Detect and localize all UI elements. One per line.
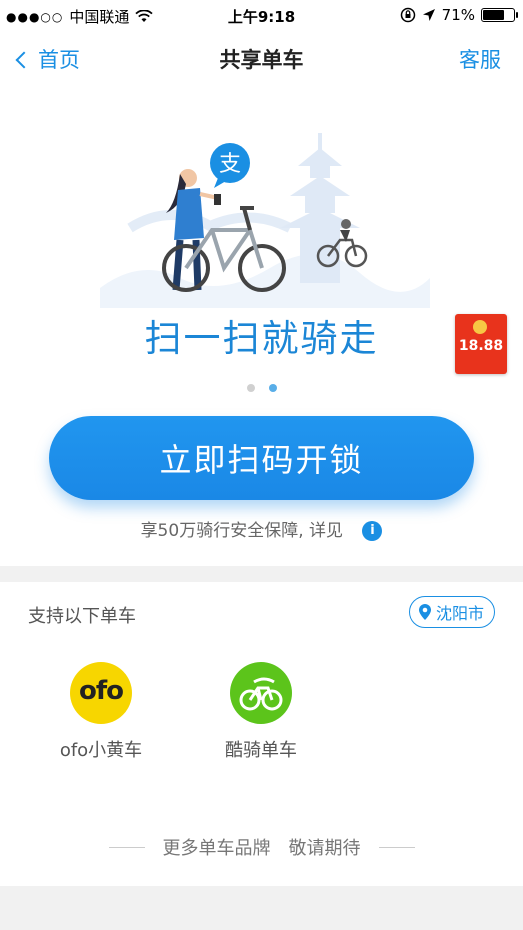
scan-unlock-button[interactable]: 立即扫码开锁 (49, 416, 474, 500)
carousel-dot-active (268, 384, 277, 392)
customer-service-button[interactable]: 客服 (459, 44, 501, 74)
city-selector[interactable]: 沈阳市 (408, 596, 495, 628)
more-brands-note: 更多单车品牌 敬请期待 (0, 834, 523, 860)
hero-banner: 支 扫一扫就骑走 18.88 立即扫码开锁 享50万骑行安全保障, 详见 i (0, 88, 523, 568)
map-pin-icon (418, 604, 431, 620)
insurance-text: 享50万骑行安全保障, 详见 (140, 521, 344, 541)
section-label: 支持以下单车 (28, 606, 136, 627)
ofo-logo-icon: ofo (70, 662, 132, 724)
brand-name: ofo小黄车 (59, 740, 143, 761)
red-packet-button[interactable]: 18.88 (455, 314, 507, 374)
supported-bikes-section: 支持以下单车 沈阳市 ofo ofo小黄车 酷骑单车 更多单车品牌 敬请期待 (0, 582, 523, 886)
status-right: 71% (400, 6, 518, 24)
svg-text:支: 支 (219, 152, 241, 177)
nav-bar: 首页 共享单车 客服 (0, 30, 523, 88)
carousel-dot (246, 384, 255, 392)
more-brands-text: 更多单车品牌 (162, 838, 271, 859)
brand-ofo[interactable]: ofo ofo小黄车 (46, 662, 156, 762)
bicycle-icon (239, 677, 283, 711)
battery-icon (481, 8, 518, 22)
rotation-lock-icon (400, 7, 415, 23)
battery-fill (483, 10, 504, 20)
divider-line (378, 846, 415, 848)
page-title: 共享单车 (219, 48, 304, 72)
alipay-icon: 支 (210, 143, 250, 188)
carousel-indicator (0, 384, 523, 392)
brand-kuqi[interactable]: 酷骑单车 (206, 662, 316, 762)
insurance-note: 享50万骑行安全保障, 详见 i (0, 516, 523, 541)
brand-name: 酷骑单车 (225, 740, 297, 761)
section-divider (0, 566, 523, 582)
coin-icon (473, 320, 487, 334)
ofo-logo-text: ofo (78, 676, 124, 706)
slogan: 扫一扫就骑走 (144, 317, 379, 360)
red-packet-amount: 18.88 (458, 338, 504, 354)
divider-line (108, 846, 145, 848)
info-icon[interactable]: i (362, 521, 383, 541)
location-arrow-icon (422, 9, 435, 21)
kuqi-logo-icon (230, 662, 292, 724)
status-bar: ●●●○○ 中国联通 上午9:18 71% (0, 0, 523, 30)
battery-percent: 71% (441, 6, 475, 24)
stay-tuned-text: 敬请期待 (288, 838, 361, 859)
city-label: 沈阳市 (435, 604, 484, 623)
bottom-spacer (0, 886, 523, 930)
bike-scan-illustration: 支 (100, 133, 430, 308)
